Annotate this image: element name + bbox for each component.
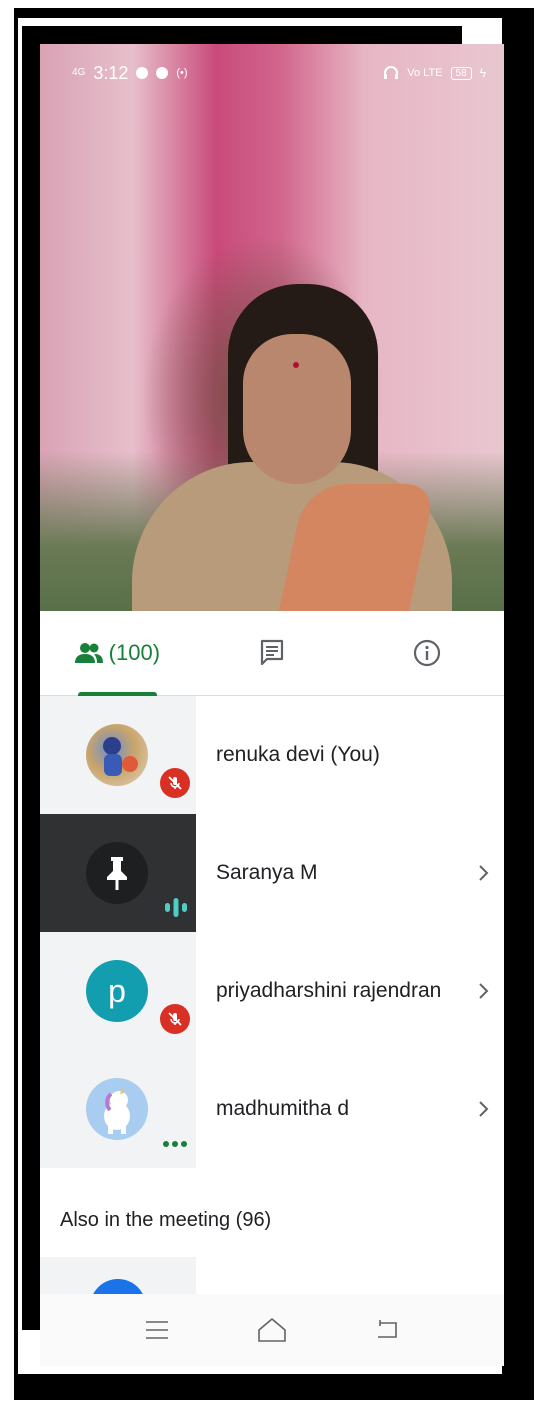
main-video-feed[interactable]: 4G 3:12 (•) Vo LTE 58 ϟ (40, 44, 504, 611)
participant-row[interactable]: renuka devi (You) (40, 696, 504, 814)
avatar: p (86, 960, 148, 1022)
tab-info[interactable] (349, 611, 504, 695)
status-time: 3:12 (93, 62, 129, 83)
people-icon (74, 643, 103, 663)
participant-thumbnail (40, 1050, 196, 1168)
chevron-right-icon[interactable] (478, 982, 490, 1000)
menu-icon[interactable] (144, 1319, 170, 1341)
location-icon (156, 67, 169, 79)
muted-badge (160, 768, 190, 798)
headphones-icon (384, 66, 399, 79)
tab-chat[interactable] (195, 611, 350, 695)
meeting-tabs: (100) (40, 611, 504, 696)
participant-thumbnail[interactable] (40, 1257, 196, 1297)
avatar (86, 842, 148, 904)
speaker-face (243, 334, 351, 484)
phone-screen: 4G 3:12 (•) Vo LTE 58 ϟ (100) renuka dev… (40, 44, 504, 1366)
chevron-right-icon[interactable] (478, 864, 490, 882)
participant-name: renuka devi (You) (216, 743, 380, 766)
speaking-icon (165, 898, 187, 917)
unicorn-avatar-icon (104, 1088, 130, 1134)
chat-icon (260, 639, 284, 666)
also-in-meeting-heading: Also in the meeting (96) (60, 1209, 272, 1231)
participant-name: priyadharshini rajendran (216, 979, 442, 1002)
muted-badge (160, 1004, 190, 1034)
battery-icon: 58 (450, 66, 472, 80)
avatar (86, 724, 148, 786)
tab-people[interactable]: (100) (40, 611, 195, 696)
network-type: 4G (72, 67, 86, 78)
avatar (86, 1078, 148, 1140)
participant-thumbnail (40, 814, 196, 932)
back-icon[interactable] (374, 1319, 400, 1341)
info-icon (413, 639, 440, 667)
participant-name: Saranya M (216, 861, 318, 884)
participant-count: (100) (108, 640, 161, 665)
avatar-letter: p (108, 972, 126, 1009)
mic-off-icon (168, 776, 182, 790)
status-bar: 4G 3:12 (•) Vo LTE 58 ϟ (40, 44, 504, 102)
telegram-icon (136, 67, 149, 79)
pin-icon (107, 857, 127, 890)
more-dots-icon (163, 1141, 187, 1147)
charging-icon: ϟ (479, 66, 486, 80)
volte-icon: Vo LTE (407, 67, 443, 79)
mic-off-icon (168, 1012, 182, 1026)
hotspot-icon: (•) (176, 67, 188, 79)
participant-thumbnail (40, 696, 196, 814)
participant-thumbnail: p (40, 932, 196, 1050)
home-icon[interactable] (257, 1317, 287, 1343)
system-nav-bar (40, 1294, 504, 1366)
participant-row[interactable]: p priyadharshini rajendran (40, 932, 504, 1050)
speaker-bindi (293, 362, 299, 368)
participant-name: madhumitha d (216, 1097, 350, 1120)
chevron-right-icon[interactable] (478, 1100, 490, 1118)
participant-row[interactable]: madhumitha d (40, 1050, 504, 1168)
participant-row[interactable]: Saranya M (40, 814, 504, 932)
